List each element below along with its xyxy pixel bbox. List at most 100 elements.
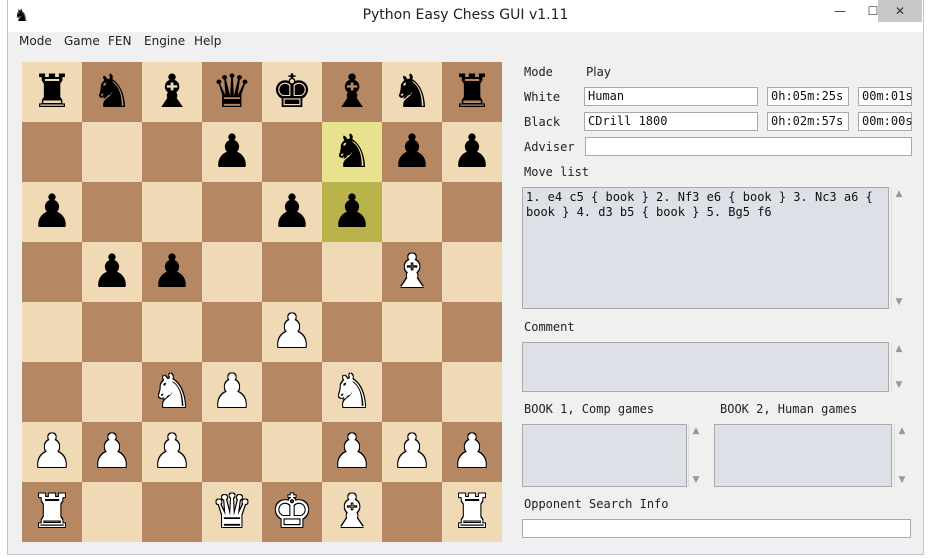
square-d3[interactable]: ♟ <box>202 362 262 422</box>
square-h5[interactable] <box>442 242 502 302</box>
white-king-icon[interactable]: ♚ <box>271 484 312 538</box>
comment-textarea[interactable] <box>522 342 889 392</box>
white-clock-field[interactable]: 0h:05m:25s <box>767 87 849 106</box>
white-pawn-icon[interactable]: ♟ <box>31 424 72 478</box>
black-pawn-icon[interactable]: ♟ <box>91 244 132 298</box>
white-pawn-icon[interactable]: ♟ <box>271 304 312 358</box>
black-knight-icon[interactable]: ♞ <box>91 64 132 118</box>
square-e3[interactable] <box>262 362 322 422</box>
white-bishop-icon[interactable]: ♝ <box>331 484 372 538</box>
square-c2[interactable]: ♟ <box>142 422 202 482</box>
square-h8[interactable]: ♜ <box>442 62 502 122</box>
white-rook-icon[interactable]: ♜ <box>451 484 492 538</box>
scroll-up-icon[interactable]: ▲ <box>895 426 909 436</box>
square-c3[interactable]: ♞ <box>142 362 202 422</box>
square-d1[interactable]: ♛ <box>202 482 262 542</box>
black-bishop-icon[interactable]: ♝ <box>151 64 192 118</box>
square-d7[interactable]: ♟ <box>202 122 262 182</box>
square-h7[interactable]: ♟ <box>442 122 502 182</box>
square-b2[interactable]: ♟ <box>82 422 142 482</box>
adviser-field[interactable] <box>585 137 912 156</box>
square-a7[interactable] <box>22 122 82 182</box>
scroll-up-icon[interactable]: ▲ <box>689 426 703 436</box>
scroll-down-icon[interactable]: ▼ <box>892 297 906 307</box>
white-pawn-icon[interactable]: ♟ <box>391 424 432 478</box>
square-c7[interactable] <box>142 122 202 182</box>
square-h1[interactable]: ♜ <box>442 482 502 542</box>
square-g6[interactable] <box>382 182 442 242</box>
square-f3[interactable]: ♞ <box>322 362 382 422</box>
square-a6[interactable]: ♟ <box>22 182 82 242</box>
black-knight-icon[interactable]: ♞ <box>331 124 372 178</box>
square-e4[interactable]: ♟ <box>262 302 322 362</box>
square-h4[interactable] <box>442 302 502 362</box>
square-e7[interactable] <box>262 122 322 182</box>
square-e6[interactable]: ♟ <box>262 182 322 242</box>
black-player-field[interactable]: CDrill 1800 <box>584 112 758 131</box>
white-pawn-icon[interactable]: ♟ <box>331 424 372 478</box>
minimize-button[interactable]: — <box>824 0 856 22</box>
scroll-down-icon[interactable]: ▼ <box>895 475 909 485</box>
black-queen-icon[interactable]: ♛ <box>211 64 252 118</box>
opponent-search-field[interactable] <box>522 519 911 538</box>
square-f1[interactable]: ♝ <box>322 482 382 542</box>
square-c1[interactable] <box>142 482 202 542</box>
square-f6[interactable]: ♟ <box>322 182 382 242</box>
black-pawn-icon[interactable]: ♟ <box>211 124 252 178</box>
title-bar[interactable]: ♞ Python Easy Chess GUI v1.11 — ☐ ✕ <box>8 0 923 32</box>
black-rook-icon[interactable]: ♜ <box>451 64 492 118</box>
square-e8[interactable]: ♚ <box>262 62 322 122</box>
black-pawn-icon[interactable]: ♟ <box>271 184 312 238</box>
square-a4[interactable] <box>22 302 82 362</box>
square-g1[interactable] <box>382 482 442 542</box>
white-bishop-icon[interactable]: ♝ <box>391 244 432 298</box>
square-a8[interactable]: ♜ <box>22 62 82 122</box>
menu-fen[interactable]: FEN <box>108 34 131 48</box>
square-c8[interactable]: ♝ <box>142 62 202 122</box>
square-d5[interactable] <box>202 242 262 302</box>
black-pawn-icon[interactable]: ♟ <box>151 244 192 298</box>
square-c4[interactable] <box>142 302 202 362</box>
white-knight-icon[interactable]: ♞ <box>331 364 372 418</box>
square-e5[interactable] <box>262 242 322 302</box>
book1-scrollbar[interactable]: ▲ ▼ <box>688 424 703 487</box>
book2-textarea[interactable] <box>714 424 892 487</box>
black-move-time-field[interactable]: 00m:00s <box>858 112 913 131</box>
white-rook-icon[interactable]: ♜ <box>31 484 72 538</box>
square-g7[interactable]: ♟ <box>382 122 442 182</box>
black-pawn-icon[interactable]: ♟ <box>331 184 372 238</box>
close-button[interactable]: ✕ <box>878 0 922 22</box>
square-g4[interactable] <box>382 302 442 362</box>
chess-board[interactable]: ♜ ♞ ♝ ♛ ♚ ♝ ♞ ♜ ♟ ♞ ♟ ♟ ♟ ♟ ♟ ♟ ♟ ♝ ♟ ♞ ♟ ♞ ♟ ♟ ♟ ♟ ♟ ♟ ♜ ♛ ♚ ♝ ♜ <box>22 62 502 542</box>
square-a2[interactable]: ♟ <box>22 422 82 482</box>
square-e2[interactable] <box>262 422 322 482</box>
square-b4[interactable] <box>82 302 142 362</box>
square-h2[interactable]: ♟ <box>442 422 502 482</box>
square-g2[interactable]: ♟ <box>382 422 442 482</box>
white-pawn-icon[interactable]: ♟ <box>151 424 192 478</box>
square-g3[interactable] <box>382 362 442 422</box>
square-d4[interactable] <box>202 302 262 362</box>
menu-mode[interactable]: Mode <box>19 34 52 48</box>
square-b7[interactable] <box>82 122 142 182</box>
book1-textarea[interactable] <box>522 424 687 487</box>
black-pawn-icon[interactable]: ♟ <box>451 124 492 178</box>
square-c6[interactable] <box>142 182 202 242</box>
square-b6[interactable] <box>82 182 142 242</box>
scroll-up-icon[interactable]: ▲ <box>892 189 906 199</box>
square-b3[interactable] <box>82 362 142 422</box>
comment-scrollbar[interactable]: ▲ ▼ <box>891 342 906 392</box>
scroll-up-icon[interactable]: ▲ <box>892 344 906 354</box>
black-pawn-icon[interactable]: ♟ <box>31 184 72 238</box>
scroll-down-icon[interactable]: ▼ <box>689 475 703 485</box>
menu-help[interactable]: Help <box>194 34 221 48</box>
black-knight-icon[interactable]: ♞ <box>391 64 432 118</box>
black-bishop-icon[interactable]: ♝ <box>331 64 372 118</box>
square-f2[interactable]: ♟ <box>322 422 382 482</box>
square-h3[interactable] <box>442 362 502 422</box>
square-g5[interactable]: ♝ <box>382 242 442 302</box>
scroll-down-icon[interactable]: ▼ <box>892 380 906 390</box>
menu-game[interactable]: Game <box>64 34 100 48</box>
square-d2[interactable] <box>202 422 262 482</box>
white-queen-icon[interactable]: ♛ <box>211 484 252 538</box>
